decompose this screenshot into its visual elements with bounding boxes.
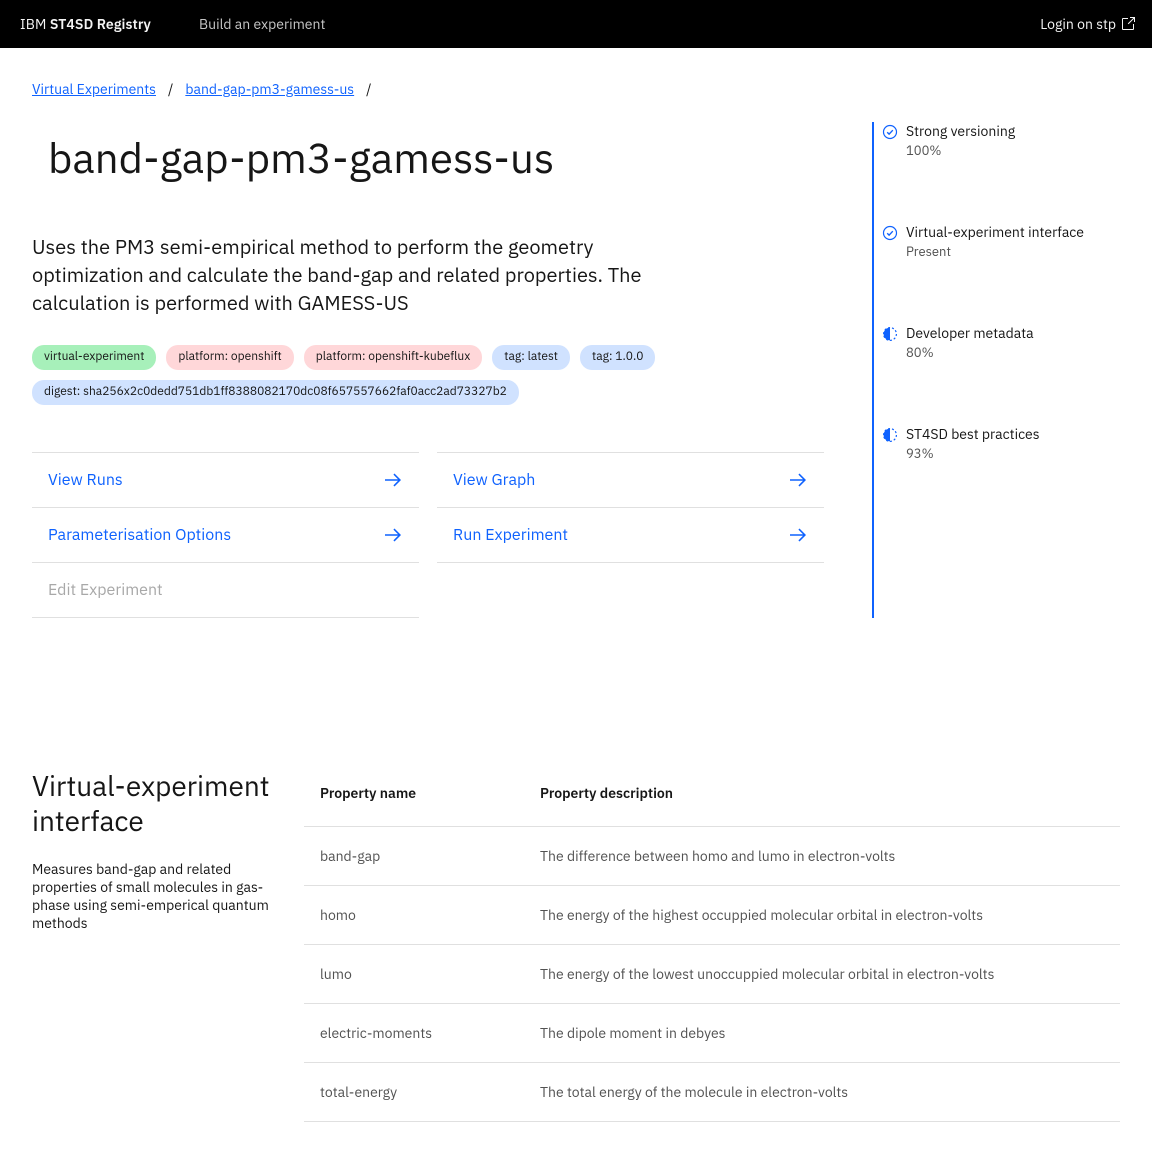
link-label: View Runs bbox=[48, 470, 123, 490]
sidebar-metric: Developer metadata 80% bbox=[882, 324, 1120, 361]
metric-label: ST4SD best practices bbox=[906, 425, 1040, 443]
tag[interactable]: virtual-experiment bbox=[32, 345, 156, 370]
interface-subtext: Measures band-gap and related properties… bbox=[32, 860, 272, 933]
half-circle-icon bbox=[882, 427, 898, 443]
property-name: homo bbox=[304, 885, 524, 944]
brand[interactable]: IBM ST4SD Registry bbox=[20, 15, 151, 33]
table-row: homoThe energy of the highest occuppied … bbox=[304, 885, 1120, 944]
breadcrumb-root[interactable]: Virtual Experiments bbox=[32, 80, 156, 98]
metric-value: 93% bbox=[906, 445, 1040, 462]
link-label: Run Experiment bbox=[453, 525, 568, 545]
property-desc: The difference between homo and lumo in … bbox=[524, 826, 1120, 885]
link-label: Parameterisation Options bbox=[48, 525, 231, 545]
property-name: lumo bbox=[304, 944, 524, 1003]
tag-list: virtual-experiment platform: openshift pla… bbox=[32, 345, 824, 405]
link-label: View Graph bbox=[453, 470, 535, 490]
run-experiment-link[interactable]: Run Experiment bbox=[437, 507, 824, 563]
breadcrumb-current[interactable]: band-gap-pm3-gamess-us bbox=[185, 80, 354, 98]
property-desc: The total energy of the molecule in elec… bbox=[524, 1062, 1120, 1121]
property-name: electric-moments bbox=[304, 1003, 524, 1062]
tag[interactable]: platform: openshift-kubeflux bbox=[304, 345, 483, 370]
breadcrumb: Virtual Experiments / band-gap-pm3-games… bbox=[32, 80, 1120, 98]
page-title: band-gap-pm3-gamess-us bbox=[48, 130, 824, 185]
col-property-name: Property name bbox=[304, 768, 524, 827]
sidebar-metrics: Strong versioning 100% Virtual-experiment … bbox=[872, 122, 1120, 618]
table-row: band-gapThe difference between homo and … bbox=[304, 826, 1120, 885]
tag[interactable]: tag: 1.0.0 bbox=[580, 345, 655, 370]
param-options-link[interactable]: Parameterisation Options bbox=[32, 507, 419, 563]
tag[interactable]: tag: latest bbox=[492, 345, 570, 370]
property-name: band-gap bbox=[304, 826, 524, 885]
edit-experiment-link: Edit Experiment bbox=[32, 562, 419, 618]
checkmark-outline-icon bbox=[882, 124, 898, 140]
login-label: Login on stp bbox=[1040, 15, 1116, 33]
sidebar-metric: Strong versioning 100% bbox=[882, 122, 1120, 159]
tag[interactable]: platform: openshift bbox=[166, 345, 293, 370]
table-row: lumoThe energy of the lowest unoccuppied… bbox=[304, 944, 1120, 1003]
metric-label: Strong versioning bbox=[906, 122, 1015, 140]
arrow-right-icon bbox=[788, 470, 808, 490]
metric-value: 80% bbox=[906, 344, 1034, 361]
table-row: electric-momentsThe dipole moment in deb… bbox=[304, 1003, 1120, 1062]
tag[interactable]: digest: sha256x2c0dedd751db1ff8388082170… bbox=[32, 380, 519, 405]
metric-label: Developer metadata bbox=[906, 324, 1034, 342]
table-row: total-energyThe total energy of the mole… bbox=[304, 1062, 1120, 1121]
sidebar-metric: ST4SD best practices 93% bbox=[882, 425, 1120, 462]
property-desc: The energy of the lowest unoccuppied mol… bbox=[524, 944, 1120, 1003]
brand-strong: ST4SD Registry bbox=[50, 15, 151, 33]
breadcrumb-sep: / bbox=[168, 80, 173, 98]
nav-build-experiment[interactable]: Build an experiment bbox=[199, 15, 325, 33]
sidebar-metric: Virtual-experiment interface Present bbox=[882, 223, 1120, 260]
metric-label: Virtual-experiment interface bbox=[906, 223, 1084, 241]
brand-prefix: IBM bbox=[20, 15, 50, 33]
property-desc: The dipole moment in debyes bbox=[524, 1003, 1120, 1062]
col-property-desc: Property description bbox=[524, 768, 1120, 827]
link-label: Edit Experiment bbox=[48, 580, 163, 600]
arrow-right-icon bbox=[383, 470, 403, 490]
interface-heading: Virtual-experiment interface bbox=[32, 768, 272, 838]
checkmark-outline-icon bbox=[882, 225, 898, 241]
view-runs-link[interactable]: View Runs bbox=[32, 452, 419, 508]
property-desc: The energy of the highest occuppied mole… bbox=[524, 885, 1120, 944]
properties-table: Property name Property description band-… bbox=[304, 768, 1120, 1122]
arrow-right-icon bbox=[383, 525, 403, 545]
half-circle-icon bbox=[882, 326, 898, 342]
experiment-description: Uses the PM3 semi-empirical method to pe… bbox=[32, 233, 672, 317]
property-name: total-energy bbox=[304, 1062, 524, 1121]
actions-grid: View Runs View Graph Parameterisation Op… bbox=[32, 453, 824, 618]
metric-value: 100% bbox=[906, 142, 1015, 159]
login-link[interactable]: Login on stp bbox=[1040, 15, 1136, 33]
metric-value: Present bbox=[906, 243, 1084, 260]
arrow-right-icon bbox=[788, 525, 808, 545]
top-header: IBM ST4SD Registry Build an experiment L… bbox=[0, 0, 1152, 48]
breadcrumb-sep: / bbox=[366, 80, 371, 98]
view-graph-link[interactable]: View Graph bbox=[437, 452, 824, 508]
launch-icon bbox=[1120, 16, 1136, 32]
